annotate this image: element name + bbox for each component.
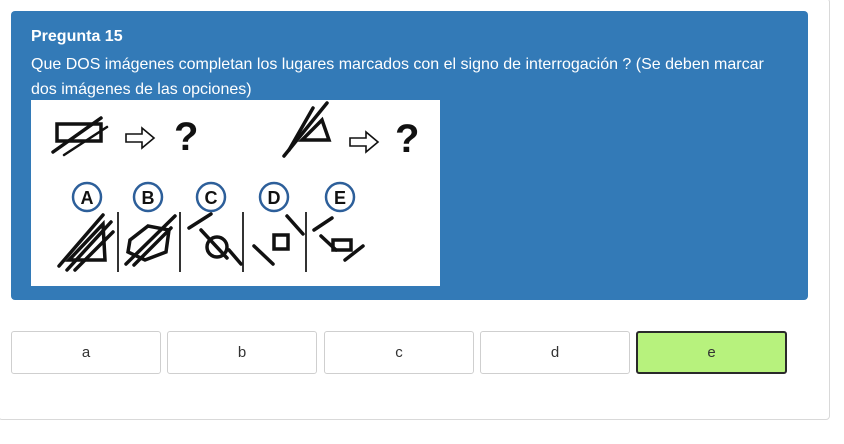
- question-card: Pregunta 15 Que DOS imágenes completan l…: [11, 11, 808, 300]
- option-label-c: C: [195, 181, 227, 213]
- answer-option-b[interactable]: b: [167, 331, 317, 374]
- question-text: Que DOS imágenes completan los lugares m…: [31, 56, 764, 98]
- svg-text:D: D: [268, 188, 281, 208]
- question-mark-2: ?: [395, 117, 419, 161]
- arrow-right-icon: [125, 126, 156, 150]
- svg-text:E: E: [334, 188, 346, 208]
- answer-option-c[interactable]: c: [324, 331, 474, 374]
- option-label-a: A: [71, 181, 103, 213]
- svg-text:A: A: [81, 188, 94, 208]
- answer-option-a[interactable]: a: [11, 331, 161, 374]
- answer-option-e[interactable]: e: [636, 331, 787, 374]
- option-label-d: D: [258, 181, 290, 213]
- shape-crossed-rectangle: [51, 116, 109, 157]
- arrow-right-icon-2: [349, 130, 380, 154]
- option-shape-b: [124, 214, 177, 267]
- option-label-b: B: [132, 181, 164, 213]
- figure-svg: ? ? A B C D E: [51, 101, 419, 272]
- shape-crossed-triangle: [282, 101, 332, 158]
- option-shape-e: [312, 216, 365, 262]
- question-mark-1: ?: [174, 115, 198, 159]
- question-title: Pregunta 15: [31, 28, 123, 45]
- svg-text:C: C: [205, 188, 218, 208]
- option-label-e: E: [324, 181, 356, 213]
- option-shape-d: [252, 214, 305, 266]
- option-shape-c: [187, 212, 243, 266]
- question-figure: ? ? A B C D E: [31, 100, 440, 286]
- answer-option-d[interactable]: d: [480, 331, 630, 374]
- svg-text:B: B: [142, 188, 155, 208]
- answer-options: a b c d e: [11, 331, 788, 374]
- option-shape-a: [57, 213, 115, 272]
